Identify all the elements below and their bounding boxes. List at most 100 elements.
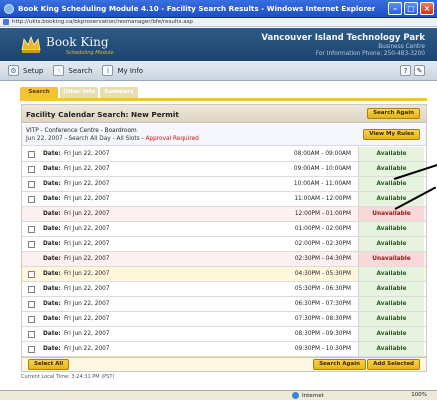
- address-url: http://ukts.booking.ca/bkproservation/re…: [12, 19, 193, 25]
- view-rules-button[interactable]: View My Rules: [363, 129, 420, 140]
- help-icon[interactable]: ?: [400, 65, 411, 76]
- search-again-button[interactable]: Search Again: [313, 359, 366, 370]
- slot-date-label: Date:: [43, 151, 61, 157]
- tab-search[interactable]: Search: [20, 87, 58, 98]
- tab-summary[interactable]: Summary: [100, 87, 138, 98]
- slot-row: Date: Fri Jun 22, 2007 08:00AM - 09:00AM Av…: [22, 147, 426, 162]
- slot-row: Date: Fri Jun 22, 2007 01:00PM - 02:00PM Av…: [22, 222, 426, 237]
- minimize-button[interactable]: –: [388, 2, 402, 15]
- crown-logo-icon: [21, 35, 41, 53]
- slot-checkbox[interactable]: [28, 181, 35, 188]
- slot-checkbox[interactable]: [28, 286, 35, 293]
- slot-date: Fri Jun 22, 2007: [64, 226, 110, 232]
- close-button[interactable]: ×: [420, 2, 434, 15]
- select-all-button[interactable]: Select All: [28, 359, 70, 370]
- nav-my-info-label: My Info: [117, 66, 144, 75]
- approval-required: Approval Required: [145, 136, 199, 142]
- tab-underline: [20, 98, 427, 101]
- slot-status: Unavailable: [358, 252, 424, 266]
- slot-status: Available: [358, 297, 424, 311]
- slot-time: 08:30PM - 09:30PM: [294, 331, 351, 337]
- search-criteria: VITP - Conference Centre - Boardroom Jun…: [22, 124, 426, 146]
- slot-date: Fri Jun 22, 2007: [64, 166, 110, 172]
- add-selected-button[interactable]: Add Selected: [367, 359, 420, 370]
- window-titlebar: Book King Scheduling Module 4.10 - Facil…: [0, 0, 437, 18]
- slot-time: 08:00AM - 09:00AM: [293, 151, 351, 157]
- page-icon: [3, 19, 9, 25]
- nav-setup-label: Setup: [23, 66, 44, 75]
- slot-date: Fri Jun 22, 2007: [64, 331, 110, 337]
- slot-checkbox[interactable]: [28, 226, 35, 233]
- slot-date: Fri Jun 22, 2007: [64, 151, 110, 157]
- slot-date-label: Date:: [43, 286, 61, 292]
- brand-subtitle: Scheduling Module: [66, 50, 114, 56]
- slot-row: Date: Fri Jun 22, 2007 04:30PM - 05:30PM Av…: [22, 267, 426, 282]
- facility-name: VITP - Conference Centre - Boardroom: [26, 128, 137, 134]
- slot-time: 12:00PM - 01:00PM: [294, 211, 351, 217]
- browser-statusbar: Internet 100%: [0, 390, 437, 400]
- slot-checkbox[interactable]: [28, 346, 35, 353]
- slot-date: Fri Jun 22, 2007: [64, 196, 110, 202]
- slot-time: 07:30PM - 08:30PM: [294, 316, 351, 322]
- slot-checkbox[interactable]: [28, 271, 35, 278]
- results-panel: Facility Calendar Search: New Permit Sea…: [21, 104, 427, 372]
- address-bar[interactable]: http://ukts.booking.ca/bkproservation/re…: [0, 18, 437, 27]
- slot-time: 09:00AM - 10:00AM: [293, 166, 351, 172]
- slot-date-label: Date:: [43, 256, 61, 262]
- slot-date-label: Date:: [43, 271, 61, 277]
- slot-checkbox[interactable]: [28, 331, 35, 338]
- window-controls: – □ ×: [388, 2, 434, 15]
- slot-checkbox[interactable]: [28, 241, 35, 248]
- slot-checkbox[interactable]: [28, 301, 35, 308]
- zoom-level[interactable]: 100%: [411, 392, 427, 398]
- security-zone: Internet: [292, 392, 324, 399]
- slot-row: Date: Fri Jun 22, 2007 11:00AM - 12:00PM Av…: [22, 192, 426, 207]
- tab-other-info[interactable]: Other Info: [60, 87, 98, 98]
- slot-date-label: Date:: [43, 301, 61, 307]
- slot-date-label: Date:: [43, 316, 61, 322]
- slot-time: 06:30PM - 07:30PM: [294, 301, 351, 307]
- nav-my-info[interactable]: i My Info: [102, 65, 143, 76]
- slot-date-label: Date:: [43, 346, 61, 352]
- slot-time: 10:00AM - 11:00AM: [293, 181, 351, 187]
- page-title: Facility Calendar Search: New Permit: [26, 110, 179, 119]
- search-icon: ◦: [53, 65, 65, 76]
- search-details: Jun 22, 2007 - Search All Day - All Slot…: [26, 136, 199, 142]
- organization-phone: For Information Phone: 250-483-3200: [315, 51, 425, 57]
- slot-status: Available: [358, 222, 424, 236]
- app-header: Book King Scheduling Module Vancouver Is…: [0, 28, 437, 61]
- slot-row: Date: Fri Jun 22, 2007 06:30PM - 07:30PM Av…: [22, 297, 426, 312]
- slot-time: 04:30PM - 05:30PM: [294, 271, 351, 277]
- maximize-button[interactable]: □: [404, 2, 418, 15]
- organization-name: Vancouver Island Technology Park: [261, 33, 425, 43]
- slot-row: Date: Fri Jun 22, 2007 12:00PM - 01:00PM Un…: [22, 207, 426, 222]
- slot-date-label: Date:: [43, 226, 61, 232]
- slot-time: 01:00PM - 02:00PM: [294, 226, 351, 232]
- slot-status: Unavailable: [358, 207, 424, 221]
- brand-name: Book King: [46, 35, 109, 49]
- edit-icon[interactable]: ✎: [414, 65, 425, 76]
- slot-checkbox[interactable]: [28, 166, 35, 173]
- slot-row: Date: Fri Jun 22, 2007 05:30PM - 06:30PM Av…: [22, 282, 426, 297]
- nav-setup[interactable]: ⚙ Setup: [8, 65, 43, 76]
- slot-row: Date: Fri Jun 22, 2007 08:30PM - 09:30PM Av…: [22, 327, 426, 342]
- slot-date: Fri Jun 22, 2007: [64, 286, 110, 292]
- slot-status: Available: [358, 237, 424, 251]
- info-icon: i: [102, 65, 114, 76]
- slot-date-label: Date:: [43, 211, 61, 217]
- slot-row: Date: Fri Jun 22, 2007 10:00AM - 11:00AM Av…: [22, 177, 426, 192]
- slot-date-label: Date:: [43, 331, 61, 337]
- search-details-text: Jun 22, 2007 - Search All Day - All Slot…: [26, 136, 146, 142]
- slot-checkbox[interactable]: [28, 151, 35, 158]
- slot-status: Available: [358, 327, 424, 341]
- search-again-top-button[interactable]: Search Again: [367, 108, 420, 119]
- slot-time: 05:30PM - 06:30PM: [294, 286, 351, 292]
- slot-row: Date: Fri Jun 22, 2007 02:30PM - 04:30PM Un…: [22, 252, 426, 267]
- slot-row: Date: Fri Jun 22, 2007 09:30PM - 10:30PM Av…: [22, 342, 426, 357]
- slot-date: Fri Jun 22, 2007: [64, 301, 110, 307]
- slot-checkbox[interactable]: [28, 316, 35, 323]
- slot-row: Date: Fri Jun 22, 2007 07:30PM - 08:30PM Av…: [22, 312, 426, 327]
- nav-search[interactable]: ◦ Search: [53, 65, 92, 76]
- slot-checkbox[interactable]: [28, 196, 35, 203]
- slot-status: Available: [358, 177, 424, 191]
